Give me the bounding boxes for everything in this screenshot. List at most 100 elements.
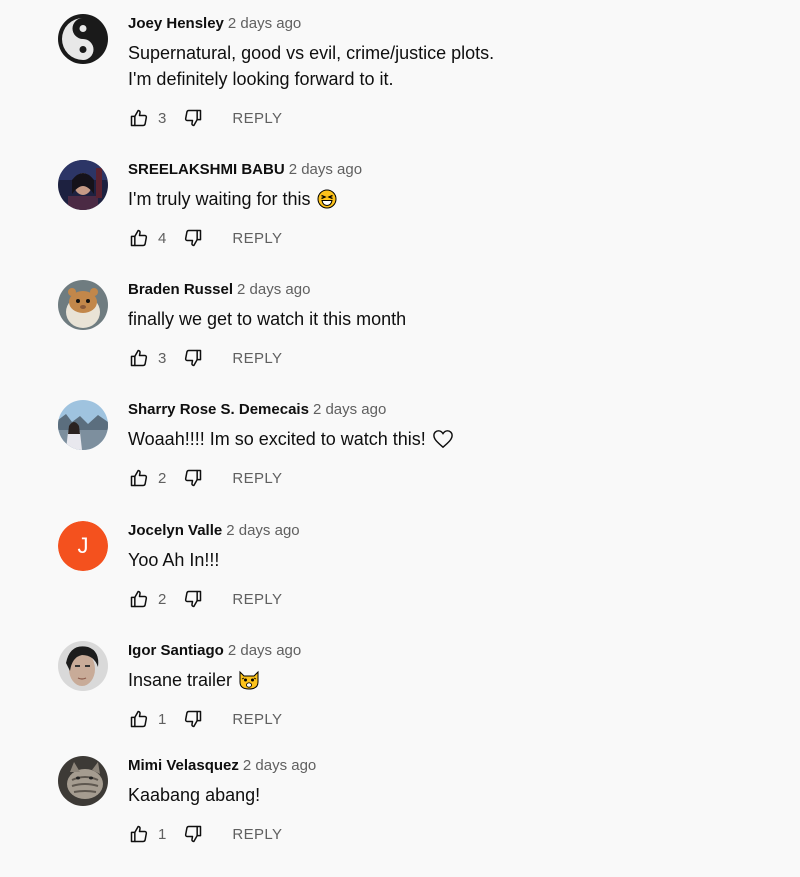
comment-text: Woaah!!!! Im so excited to watch this! bbox=[128, 426, 454, 456]
reply-button[interactable]: REPLY bbox=[232, 711, 282, 728]
like-count: 1 bbox=[158, 825, 167, 843]
avatar[interactable] bbox=[58, 160, 108, 210]
thumbs-up-icon bbox=[130, 710, 148, 728]
author-name[interactable]: Braden Russel bbox=[128, 281, 233, 298]
comment-header: Igor Santiago 2 days ago bbox=[128, 641, 301, 661]
avatar[interactable] bbox=[58, 641, 108, 691]
avatar[interactable] bbox=[58, 14, 108, 64]
thumbs-down-icon bbox=[185, 825, 202, 843]
dislike-button[interactable] bbox=[182, 107, 204, 129]
comment-text-line: I'm truly waiting for this bbox=[128, 189, 311, 209]
thumbs-up-icon bbox=[130, 109, 148, 127]
comment-header: Joey Hensley 2 days ago bbox=[128, 14, 301, 34]
thumbs-down-icon bbox=[185, 109, 202, 127]
weary-cat-face-icon bbox=[238, 670, 260, 697]
dislike-button[interactable] bbox=[182, 588, 204, 610]
grinning-squinting-face-icon bbox=[317, 189, 337, 216]
thumbs-down-icon bbox=[185, 229, 202, 247]
comment-header: SREELAKSHMI BABU 2 days ago bbox=[128, 160, 362, 180]
avatar[interactable]: J bbox=[58, 521, 108, 571]
comment-text-line: Supernatural, good vs evil, crime/justic… bbox=[128, 43, 495, 63]
comment-text-line: I'm definitely looking forward to it. bbox=[128, 69, 394, 89]
comment-text-line: Yoo Ah In!!! bbox=[128, 550, 220, 570]
comment-text: finally we get to watch it this month bbox=[128, 306, 406, 332]
outdoor-photo-avatar-icon bbox=[58, 400, 108, 450]
avatar-letter: J bbox=[58, 521, 108, 571]
comment-actions: 4 REPLY bbox=[128, 226, 282, 250]
thumbs-up-icon bbox=[130, 469, 148, 487]
like-button[interactable] bbox=[128, 467, 150, 489]
like-count: 3 bbox=[158, 349, 167, 367]
thumbs-down-icon bbox=[185, 710, 202, 728]
comment-text-line: finally we get to watch it this month bbox=[128, 309, 407, 329]
like-button[interactable] bbox=[128, 227, 150, 249]
comment-text: Supernatural, good vs evil, crime/justic… bbox=[128, 40, 494, 92]
comment-actions: 1 REPLY bbox=[128, 707, 282, 731]
comment-text: Insane trailer bbox=[128, 667, 260, 697]
author-name[interactable]: Igor Santiago bbox=[128, 642, 224, 659]
thumbs-up-icon bbox=[130, 229, 148, 247]
comment-time[interactable]: 2 days ago bbox=[313, 401, 386, 418]
face-photo-avatar-icon bbox=[58, 641, 108, 691]
author-name[interactable]: Sharry Rose S. Demecais bbox=[128, 401, 309, 418]
comment-header: Braden Russel 2 days ago bbox=[128, 280, 310, 300]
avatar[interactable] bbox=[58, 756, 108, 806]
comment-time[interactable]: 2 days ago bbox=[228, 15, 301, 32]
comment-actions: 2 REPLY bbox=[128, 587, 282, 611]
comment-actions: 1 REPLY bbox=[128, 822, 282, 846]
comment-time[interactable]: 2 days ago bbox=[243, 757, 316, 774]
like-button[interactable] bbox=[128, 588, 150, 610]
comment-actions: 2 REPLY bbox=[128, 466, 282, 490]
author-name[interactable]: Mimi Velasquez bbox=[128, 757, 239, 774]
comment-text-line: Woaah!!!! Im so excited to watch this! bbox=[128, 429, 426, 449]
dislike-button[interactable] bbox=[182, 227, 204, 249]
yin-yang-avatar-icon bbox=[58, 14, 108, 64]
thumbs-down-icon bbox=[185, 590, 202, 608]
author-name[interactable]: SREELAKSHMI BABU bbox=[128, 161, 285, 178]
hamster-avatar-icon bbox=[58, 280, 108, 330]
comment-actions: 3 REPLY bbox=[128, 106, 282, 130]
comment-header: Mimi Velasquez 2 days ago bbox=[128, 756, 316, 776]
like-count: 1 bbox=[158, 710, 167, 728]
reply-button[interactable]: REPLY bbox=[232, 470, 282, 487]
reply-button[interactable]: REPLY bbox=[232, 591, 282, 608]
dark-photo-avatar-icon bbox=[58, 160, 108, 210]
comment-actions: 3 REPLY bbox=[128, 346, 282, 370]
comment-time[interactable]: 2 days ago bbox=[289, 161, 362, 178]
comment-list: Joey Hensley 2 days ago Supernatural, goo… bbox=[0, 0, 800, 877]
reply-button[interactable]: REPLY bbox=[232, 350, 282, 367]
comment-text-line: Kaabang abang! bbox=[128, 785, 261, 805]
thumbs-up-icon bbox=[130, 825, 148, 843]
comment-text: Kaabang abang! bbox=[128, 782, 260, 808]
cat-photo-avatar-icon bbox=[58, 756, 108, 806]
dislike-button[interactable] bbox=[182, 467, 204, 489]
dislike-button[interactable] bbox=[182, 823, 204, 845]
like-button[interactable] bbox=[128, 823, 150, 845]
reply-button[interactable]: REPLY bbox=[232, 826, 282, 843]
dislike-button[interactable] bbox=[182, 708, 204, 730]
reply-button[interactable]: REPLY bbox=[232, 230, 282, 247]
like-count: 3 bbox=[158, 109, 167, 127]
thumbs-down-icon bbox=[185, 469, 202, 487]
comment-text: Yoo Ah In!!! bbox=[128, 547, 219, 573]
comment-time[interactable]: 2 days ago bbox=[228, 642, 301, 659]
avatar[interactable] bbox=[58, 280, 108, 330]
comment-time[interactable]: 2 days ago bbox=[237, 281, 310, 298]
author-name[interactable]: Jocelyn Valle bbox=[128, 522, 222, 539]
comment-time[interactable]: 2 days ago bbox=[226, 522, 299, 539]
dislike-button[interactable] bbox=[182, 347, 204, 369]
like-button[interactable] bbox=[128, 708, 150, 730]
heart-outline-icon bbox=[432, 429, 454, 456]
comment-header: Sharry Rose S. Demecais 2 days ago bbox=[128, 400, 386, 420]
avatar[interactable] bbox=[58, 400, 108, 450]
author-name[interactable]: Joey Hensley bbox=[128, 15, 224, 32]
like-count: 2 bbox=[158, 469, 167, 487]
reply-button[interactable]: REPLY bbox=[232, 110, 282, 127]
thumbs-up-icon bbox=[130, 590, 148, 608]
thumbs-down-icon bbox=[185, 349, 202, 367]
comment-header: Jocelyn Valle 2 days ago bbox=[128, 521, 300, 541]
like-count: 2 bbox=[158, 590, 167, 608]
like-button[interactable] bbox=[128, 107, 150, 129]
comment-text-line: Insane trailer bbox=[128, 670, 233, 690]
like-button[interactable] bbox=[128, 347, 150, 369]
